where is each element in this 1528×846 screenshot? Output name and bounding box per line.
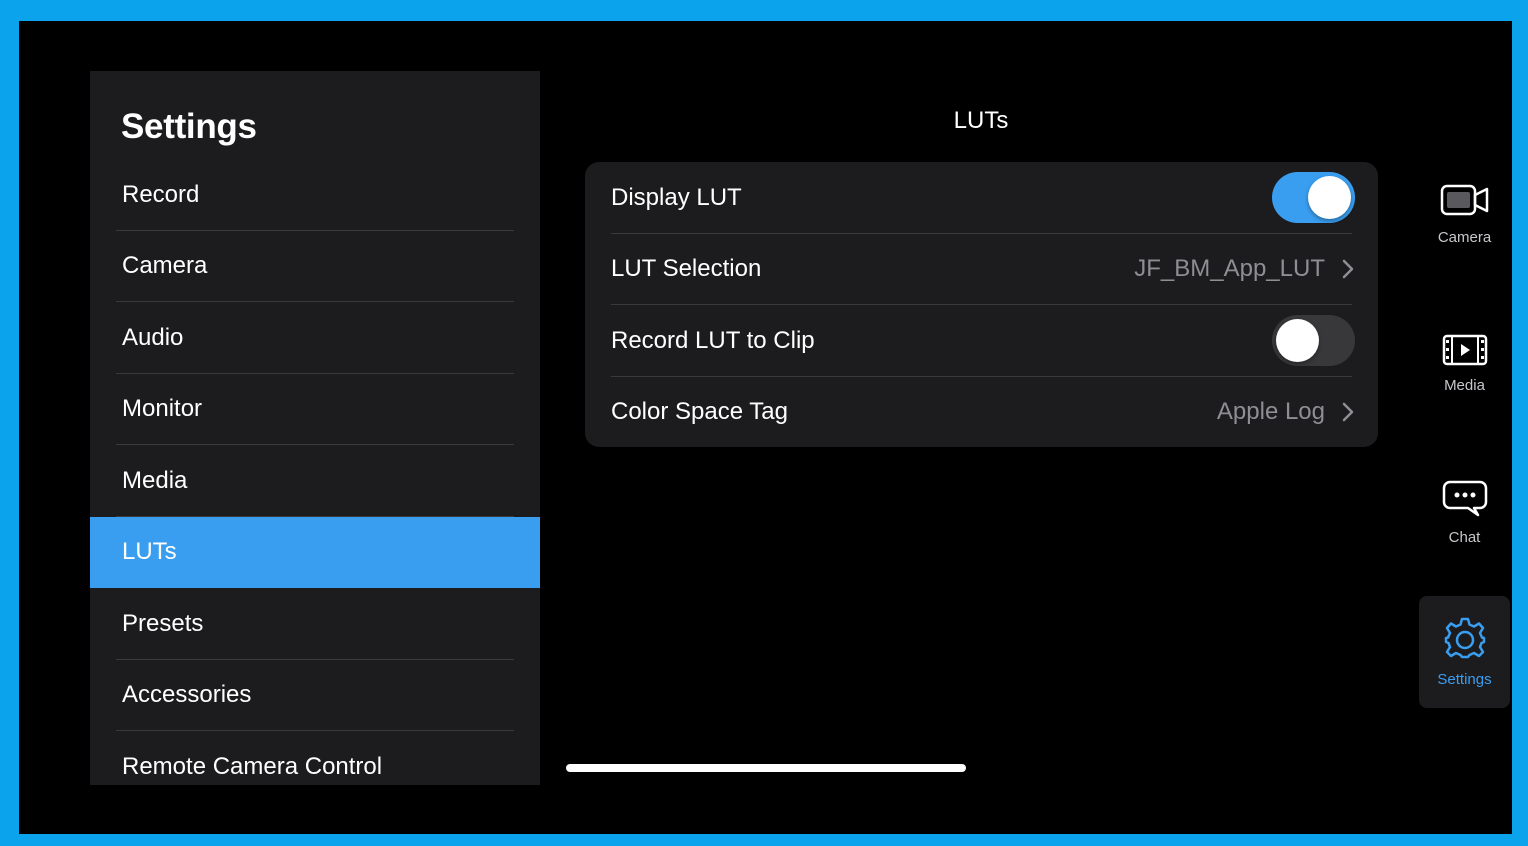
rail-label: Camera	[1437, 229, 1492, 246]
display-lut-row: Display LUT	[585, 162, 1378, 234]
record-lut-to-clip-row: Record LUT to Clip	[585, 305, 1378, 377]
sidebar-item-label: Presets	[122, 609, 204, 637]
sidebar-item-label: Monitor	[122, 395, 203, 423]
gear-icon	[1443, 616, 1487, 665]
row-label: LUT Selection	[611, 255, 762, 283]
sidebar-item-label: Remote Camera Control	[122, 752, 383, 780]
sidebar-item-label: Audio	[122, 323, 184, 351]
display-lut-toggle[interactable]	[1272, 172, 1355, 224]
sidebar-item-label: Record	[122, 180, 200, 208]
sidebar-item-luts[interactable]: LUTs	[90, 516, 540, 588]
luts-settings-group: Display LUT LUT Selection JF_BM_App_LUT …	[585, 162, 1378, 447]
chevron-right-icon	[1341, 258, 1355, 280]
settings-sidebar: Settings Record Camera Audio Monitor Med…	[90, 71, 540, 785]
sidebar-item-presets[interactable]: Presets	[90, 588, 540, 660]
rail-chat-button[interactable]: Chat	[1419, 457, 1510, 569]
rail-label: Media	[1444, 377, 1485, 394]
record-lut-toggle[interactable]	[1272, 315, 1355, 367]
chat-icon	[1442, 480, 1488, 523]
sidebar-item-label: Camera	[122, 252, 208, 280]
row-label: Color Space Tag	[611, 398, 788, 426]
rail-camera-button[interactable]: Camera	[1419, 159, 1510, 271]
toggle-knob	[1276, 319, 1319, 363]
rail-media-button[interactable]: Media	[1419, 308, 1510, 420]
home-indicator[interactable]	[566, 764, 966, 772]
app-screen: Settings Record Camera Audio Monitor Med…	[19, 21, 1512, 834]
rail-label: Chat	[1448, 529, 1481, 546]
camera-icon	[1440, 184, 1490, 223]
sidebar-item-media[interactable]: Media	[90, 445, 540, 517]
sidebar-item-camera[interactable]: Camera	[90, 231, 540, 303]
film-icon	[1442, 334, 1488, 371]
color-space-tag-row[interactable]: Color Space Tag Apple Log	[585, 377, 1378, 449]
sidebar-item-audio[interactable]: Audio	[90, 302, 540, 374]
sidebar-list: Record Camera Audio Monitor Media LUTs P…	[90, 159, 540, 785]
sidebar-item-label: Media	[122, 466, 188, 494]
row-label: Display LUT	[611, 183, 742, 211]
lut-selection-row[interactable]: LUT Selection JF_BM_App_LUT	[585, 234, 1378, 306]
sidebar-item-accessories[interactable]: Accessories	[90, 660, 540, 732]
toggle-knob	[1308, 176, 1351, 220]
row-value: Apple Log	[1216, 398, 1325, 426]
sidebar-item-label: Accessories	[122, 681, 252, 709]
page-title: LUTs	[953, 107, 1009, 134]
sidebar-item-remote-camera-control[interactable]: Remote Camera Control	[90, 731, 540, 785]
rail-label: Settings	[1437, 671, 1492, 688]
rail-settings-button[interactable]: Settings	[1419, 596, 1510, 708]
chevron-right-icon	[1341, 401, 1355, 423]
sidebar-item-monitor[interactable]: Monitor	[90, 374, 540, 446]
row-value: JF_BM_App_LUT	[1134, 255, 1325, 283]
row-label: Record LUT to Clip	[611, 326, 815, 354]
sidebar-item-record[interactable]: Record	[90, 159, 540, 231]
sidebar-title: Settings	[121, 107, 257, 146]
sidebar-item-label: LUTs	[122, 538, 177, 566]
